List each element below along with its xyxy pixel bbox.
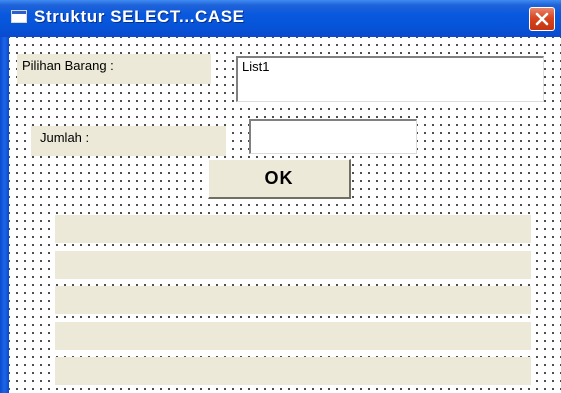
list-item[interactable]: List1: [242, 59, 269, 74]
label-pilihan-barang: Pilihan Barang :: [17, 54, 211, 84]
output-label-3: [55, 286, 531, 314]
jumlah-input[interactable]: [249, 119, 417, 154]
ok-button[interactable]: OK: [208, 159, 351, 199]
form-window: Struktur SELECT...CASE Pilihan Barang : …: [0, 0, 561, 393]
form-icon: [11, 10, 27, 23]
title-bar[interactable]: Struktur SELECT...CASE: [0, 0, 561, 37]
label-jumlah: Jumlah :: [31, 126, 226, 156]
close-icon: [535, 12, 549, 26]
output-label-5: [55, 357, 531, 385]
output-label-1: [55, 215, 531, 243]
form-design-surface: Pilihan Barang : List1 Jumlah : OK: [9, 37, 561, 393]
output-label-2: [55, 251, 531, 279]
list-box[interactable]: List1: [236, 56, 544, 102]
window-title: Struktur SELECT...CASE: [34, 7, 245, 26]
window-frame-left: [0, 37, 9, 393]
output-label-4: [55, 322, 531, 350]
close-button[interactable]: [529, 7, 555, 31]
